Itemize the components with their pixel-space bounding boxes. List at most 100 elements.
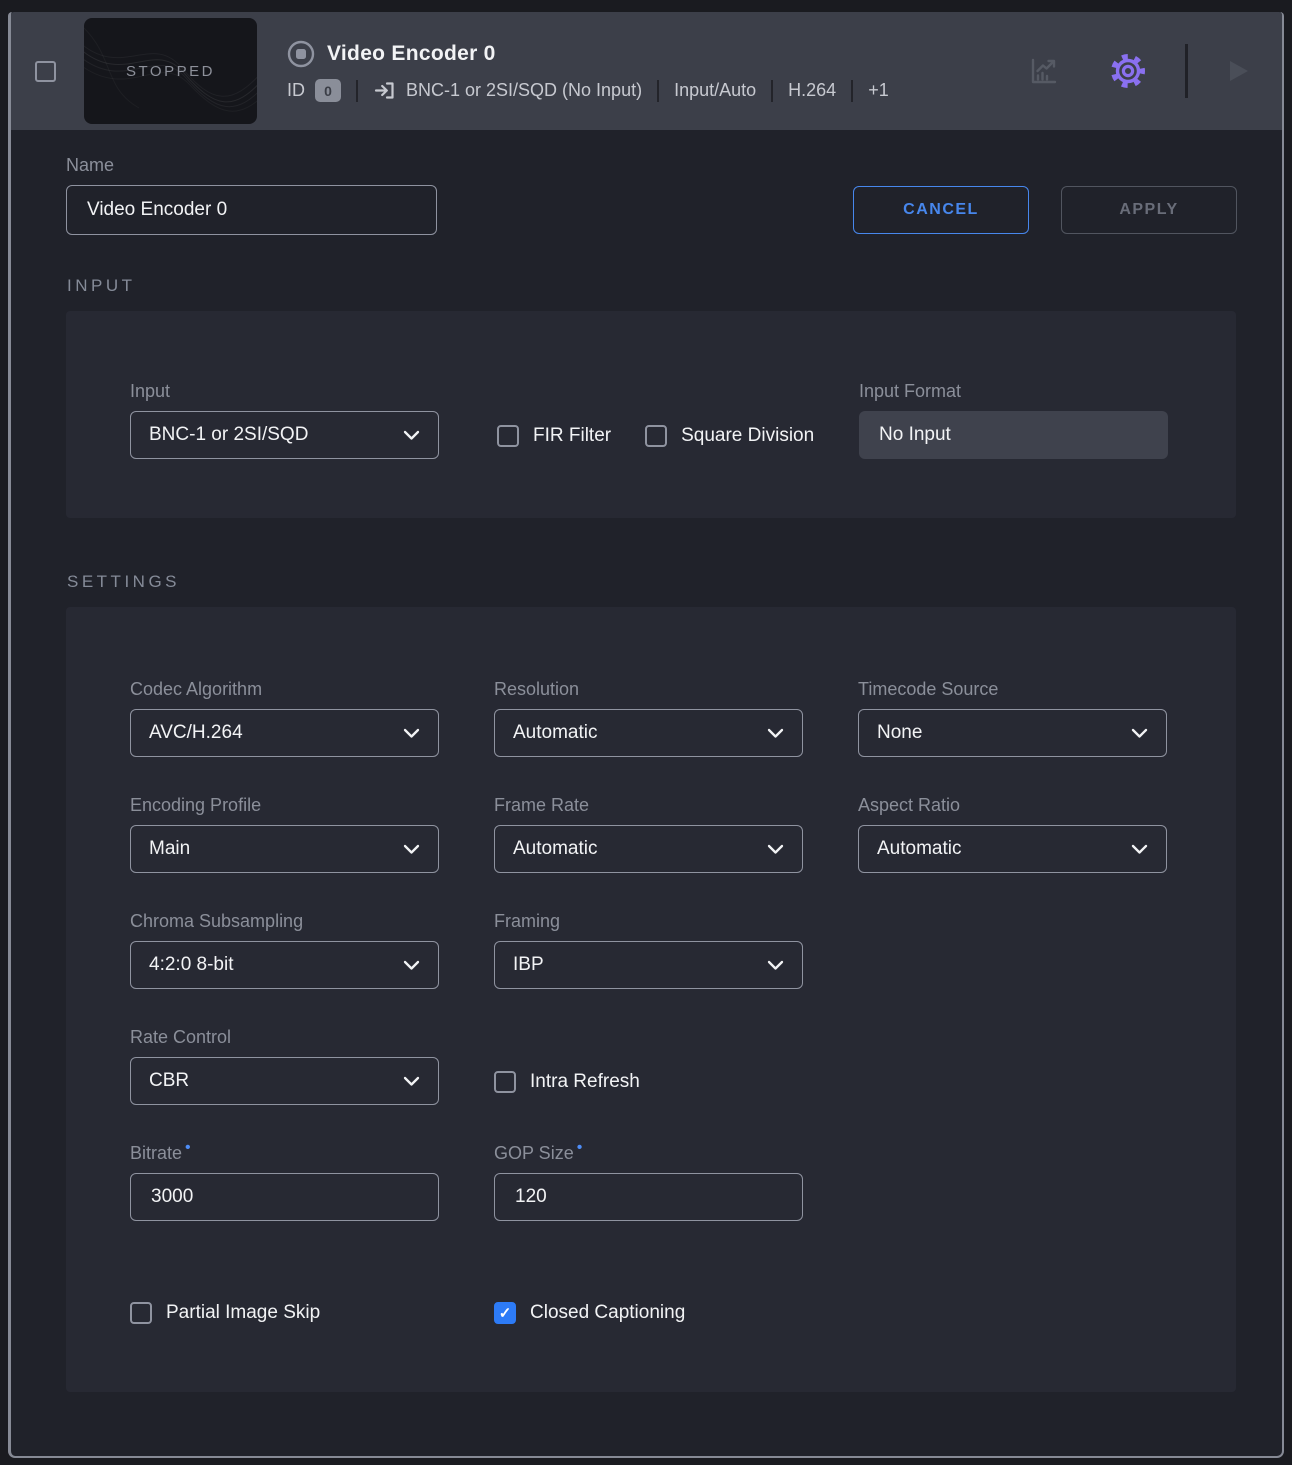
codec-algorithm-value: AVC/H.264 — [149, 722, 243, 744]
form-actions: CANCEL APPLY — [853, 186, 1237, 234]
chroma-subsampling-label: Chroma Subsampling — [130, 911, 439, 932]
aspect-ratio-label: Aspect Ratio — [858, 795, 1167, 816]
framing-label: Framing — [494, 911, 803, 932]
rate-control-value: CBR — [149, 1070, 189, 1092]
select-encoder-checkbox[interactable] — [35, 61, 56, 82]
metrics-chart-icon — [1025, 52, 1063, 90]
settings-section-title: SETTINGS — [67, 572, 1242, 592]
checkbox-box[interactable] — [494, 1302, 516, 1324]
aspect-ratio-field: Aspect Ratio Automatic — [858, 795, 1167, 873]
input-format-label: Input Format — [859, 381, 1168, 402]
frame-rate-select[interactable]: Automatic — [494, 825, 803, 873]
aspect-ratio-value: Automatic — [877, 838, 961, 860]
meta-input-desc: BNC-1 or 2SI/SQD (No Input) — [406, 80, 642, 101]
closed-captioning-checkbox[interactable]: Closed Captioning — [494, 1302, 685, 1324]
input-source-icon — [373, 79, 396, 102]
encoder-card-body: Name CANCEL APPLY INPUT Input BNC-1 or 2… — [11, 130, 1282, 1392]
fir-filter-label: FIR Filter — [533, 425, 611, 447]
fir-filter-checkbox[interactable]: FIR Filter — [497, 425, 611, 447]
apply-button[interactable]: APPLY — [1061, 186, 1237, 234]
meta-more-count[interactable]: +1 — [868, 80, 889, 101]
framing-field: Framing IBP — [494, 911, 803, 989]
frame-rate-value: Automatic — [513, 838, 597, 860]
intra-refresh-checkbox[interactable]: Intra Refresh — [494, 1071, 640, 1093]
meta-separator — [356, 80, 358, 102]
settings-gear-icon — [1105, 48, 1151, 94]
checkbox-box[interactable] — [645, 425, 667, 447]
bitrate-label: Bitrate• — [130, 1143, 439, 1164]
input-label: Input — [130, 381, 439, 402]
checkbox-box[interactable] — [494, 1071, 516, 1093]
encoding-profile-value: Main — [149, 838, 190, 860]
stopped-state-icon — [287, 40, 315, 68]
chevron-down-icon — [403, 728, 420, 739]
closed-captioning-label: Closed Captioning — [530, 1302, 685, 1324]
rate-control-select[interactable]: CBR — [130, 1057, 439, 1105]
meta-mode: Input/Auto — [674, 80, 756, 101]
chevron-down-icon — [403, 960, 420, 971]
checkbox-box[interactable] — [130, 1302, 152, 1324]
encoder-card: STOPPED Video Encoder 0 ID 0 — [8, 12, 1284, 1458]
input-select[interactable]: BNC-1 or 2SI/SQD — [130, 411, 439, 459]
chevron-down-icon — [767, 844, 784, 855]
chroma-subsampling-field: Chroma Subsampling 4:2:0 8-bit — [130, 911, 439, 989]
codec-algorithm-field: Codec Algorithm AVC/H.264 — [130, 679, 439, 757]
chevron-down-icon — [767, 960, 784, 971]
gop-size-field: GOP Size• — [494, 1143, 803, 1221]
bitrate-input[interactable] — [130, 1173, 439, 1221]
input-format-value: No Input — [859, 411, 1168, 459]
encoding-profile-select[interactable]: Main — [130, 825, 439, 873]
settings-section-panel: Codec Algorithm AVC/H.264 Resolution Aut… — [66, 607, 1236, 1392]
input-select-value: BNC-1 or 2SI/SQD — [149, 424, 308, 446]
partial-image-skip-checkbox[interactable]: Partial Image Skip — [130, 1302, 439, 1324]
rate-control-field: Rate Control CBR — [130, 1027, 439, 1105]
input-checkboxes: FIR Filter Square Division — [497, 425, 814, 447]
meta-separator — [851, 80, 853, 102]
chevron-down-icon — [1131, 728, 1148, 739]
resolution-label: Resolution — [494, 679, 803, 700]
framing-select[interactable]: IBP — [494, 941, 803, 989]
chroma-subsampling-select[interactable]: 4:2:0 8-bit — [130, 941, 439, 989]
input-section-title: INPUT — [67, 276, 1242, 296]
aspect-ratio-select[interactable]: Automatic — [858, 825, 1167, 873]
id-label: ID — [287, 80, 305, 101]
required-dot-icon: • — [577, 1143, 583, 1153]
name-label: Name — [66, 155, 437, 176]
name-input[interactable] — [66, 185, 437, 235]
required-dot-icon: • — [185, 1143, 191, 1153]
input-section-panel: Input BNC-1 or 2SI/SQD FIR Filter Square… — [66, 311, 1236, 518]
intra-refresh-label: Intra Refresh — [530, 1071, 640, 1093]
settings-checkbox-row: Partial Image Skip Closed Captioning — [130, 1302, 1168, 1324]
chevron-down-icon — [403, 844, 420, 855]
cancel-button[interactable]: CANCEL — [853, 186, 1029, 234]
status-label: STOPPED — [126, 63, 215, 80]
codec-algorithm-label: Codec Algorithm — [130, 679, 439, 700]
header-actions — [1021, 44, 1256, 98]
chevron-down-icon — [1131, 844, 1148, 855]
settings-gear-button[interactable] — [1101, 44, 1155, 98]
timecode-source-field: Timecode Source None — [858, 679, 1167, 757]
timecode-source-select[interactable]: None — [858, 709, 1167, 757]
chevron-down-icon — [767, 728, 784, 739]
gop-size-input[interactable] — [494, 1173, 803, 1221]
start-encoder-button[interactable] — [1218, 52, 1256, 90]
encoder-card-header: STOPPED Video Encoder 0 ID 0 — [11, 12, 1282, 130]
input-field: Input BNC-1 or 2SI/SQD — [130, 381, 439, 518]
checkbox-box[interactable] — [497, 425, 519, 447]
frame-rate-field: Frame Rate Automatic — [494, 795, 803, 873]
frame-rate-label: Frame Rate — [494, 795, 803, 816]
encoding-profile-label: Encoding Profile — [130, 795, 439, 816]
preview-thumbnail: STOPPED — [84, 18, 257, 124]
metrics-chart-button[interactable] — [1021, 48, 1067, 94]
rate-control-label: Rate Control — [130, 1027, 439, 1048]
resolution-field: Resolution Automatic — [494, 679, 803, 757]
timecode-source-value: None — [877, 722, 922, 744]
chevron-down-icon — [403, 430, 420, 441]
codec-algorithm-select[interactable]: AVC/H.264 — [130, 709, 439, 757]
encoder-title: Video Encoder 0 — [327, 42, 496, 66]
resolution-select[interactable]: Automatic — [494, 709, 803, 757]
meta-separator — [657, 80, 659, 102]
meta-separator — [771, 80, 773, 102]
square-division-checkbox[interactable]: Square Division — [645, 425, 814, 447]
chroma-subsampling-value: 4:2:0 8-bit — [149, 954, 234, 976]
